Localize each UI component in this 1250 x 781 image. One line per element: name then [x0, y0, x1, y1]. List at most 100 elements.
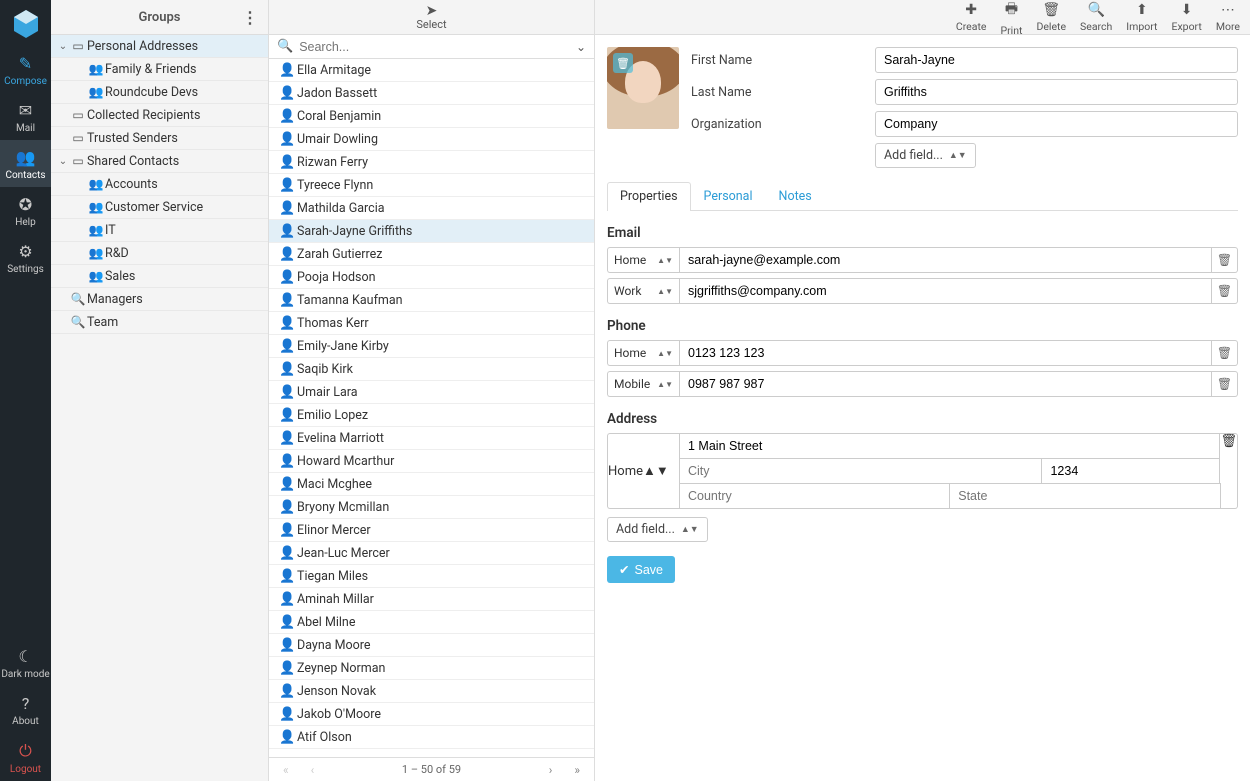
contacts-search: 🔍 ⌄: [269, 35, 594, 59]
contact-item[interactable]: 👤Elinor Mercer: [269, 519, 594, 542]
group-node[interactable]: 🔍Managers: [51, 288, 268, 311]
contact-item[interactable]: 👤Emily-Jane Kirby: [269, 335, 594, 358]
pager-next-icon[interactable]: ›: [549, 763, 553, 777]
import-button[interactable]: ⬆Import: [1126, 2, 1157, 33]
group-node[interactable]: 👥Family & Friends: [51, 58, 268, 81]
avatar[interactable]: 🗑: [607, 47, 679, 129]
email-type-select[interactable]: Home▲▼: [607, 247, 679, 273]
nav-logout[interactable]: ⏻Logout: [0, 733, 51, 781]
group-node[interactable]: 👥Accounts: [51, 173, 268, 196]
add-field-select[interactable]: Add field...▲▼: [875, 143, 976, 168]
delete-row-button[interactable]: 🗑: [1212, 278, 1238, 304]
contact-item[interactable]: 👤Emilio Lopez: [269, 404, 594, 427]
delete-row-button[interactable]: 🗑: [1212, 371, 1238, 397]
contact-item[interactable]: 👤Zarah Gutierrez: [269, 243, 594, 266]
first-name-input[interactable]: [875, 47, 1238, 73]
add-field-select-2[interactable]: Add field...▲▼: [607, 517, 708, 542]
group-node[interactable]: ▭Collected Recipients: [51, 104, 268, 127]
contact-item[interactable]: 👤Dayna Moore: [269, 634, 594, 657]
contact-item[interactable]: 👤Saqib Kirk: [269, 358, 594, 381]
contact-item[interactable]: 👤Jakob O'Moore: [269, 703, 594, 726]
street-input[interactable]: [679, 433, 1220, 458]
group-node[interactable]: 👥Sales: [51, 265, 268, 288]
more-button[interactable]: ⋯More: [1216, 2, 1240, 33]
group-node[interactable]: 👥IT: [51, 219, 268, 242]
contact-item[interactable]: 👤Umair Lara: [269, 381, 594, 404]
contact-item[interactable]: 👤Aminah Millar: [269, 588, 594, 611]
save-button[interactable]: ✔Save: [607, 556, 675, 583]
group-node[interactable]: 👥R&D: [51, 242, 268, 265]
group-node[interactable]: ⌄▭Shared Contacts: [51, 150, 268, 173]
create-button[interactable]: ✚Create: [956, 2, 987, 33]
contact-item[interactable]: 👤Atif Olson: [269, 726, 594, 749]
city-input[interactable]: [679, 458, 1041, 483]
delete-row-button[interactable]: 🗑: [1212, 247, 1238, 273]
phone-type-select[interactable]: Home▲▼: [607, 340, 679, 366]
email-type-select[interactable]: Work▲▼: [607, 278, 679, 304]
nav-compose[interactable]: ✎Compose: [0, 46, 51, 93]
state-input[interactable]: [949, 483, 1220, 509]
tab-properties[interactable]: Properties: [607, 182, 691, 211]
pager-last-icon[interactable]: »: [574, 763, 580, 777]
contact-item[interactable]: 👤Abel Milne: [269, 611, 594, 634]
group-node[interactable]: ⌄▭Personal Addresses: [51, 35, 268, 58]
contact-item[interactable]: 👤Maci Mcghee: [269, 473, 594, 496]
nav-settings[interactable]: ⚙Settings: [0, 234, 51, 281]
delete-row-button[interactable]: 🗑: [1220, 433, 1238, 509]
contact-item[interactable]: 👤Thomas Kerr: [269, 312, 594, 335]
contact-item[interactable]: 👤Coral Benjamin: [269, 105, 594, 128]
zip-input[interactable]: [1041, 458, 1220, 483]
pager-prev-icon[interactable]: ‹: [311, 763, 315, 777]
group-node[interactable]: ▭Trusted Senders: [51, 127, 268, 150]
print-button[interactable]: 🖶Print: [1000, 0, 1022, 37]
nav-darkmode[interactable]: ☾Dark mode: [0, 639, 51, 686]
contact-item[interactable]: 👤Sarah-Jayne Griffiths: [269, 220, 594, 243]
contact-item[interactable]: 👤Tyreece Flynn: [269, 174, 594, 197]
select-cursor-icon[interactable]: ➤: [426, 4, 438, 18]
last-name-input[interactable]: [875, 79, 1238, 105]
group-icon: 👥: [87, 177, 105, 191]
pager-first-icon[interactable]: «: [283, 763, 289, 777]
groups-menu-icon[interactable]: ⋮: [242, 8, 258, 27]
tab-notes[interactable]: Notes: [766, 182, 825, 210]
phone-type-select[interactable]: Mobile▲▼: [607, 371, 679, 397]
contact-item[interactable]: 👤Mathilda Garcia: [269, 197, 594, 220]
phone-input[interactable]: [679, 371, 1212, 397]
nav-mail[interactable]: ✉Mail: [0, 93, 51, 140]
address-type-select[interactable]: Home▲▼: [607, 433, 679, 509]
contact-item[interactable]: 👤Jadon Bassett: [269, 82, 594, 105]
contact-item[interactable]: 👤Zeynep Norman: [269, 657, 594, 680]
search-button[interactable]: 🔍Search: [1080, 2, 1112, 33]
nav-contacts[interactable]: 👥Contacts: [0, 140, 51, 187]
email-input[interactable]: [679, 247, 1212, 273]
nav-help[interactable]: ✪Help: [0, 187, 51, 234]
expand-icon[interactable]: ⌄: [57, 156, 69, 167]
expand-icon[interactable]: ⌄: [57, 41, 69, 52]
delete-row-button[interactable]: 🗑: [1212, 340, 1238, 366]
group-node[interactable]: 👥Customer Service: [51, 196, 268, 219]
contact-item[interactable]: 👤Rizwan Ferry: [269, 151, 594, 174]
contact-item[interactable]: 👤Pooja Hodson: [269, 266, 594, 289]
contact-item[interactable]: 👤Jenson Novak: [269, 680, 594, 703]
export-button[interactable]: ⬇Export: [1172, 2, 1202, 33]
contact-item[interactable]: 👤Ella Armitage: [269, 59, 594, 82]
search-input[interactable]: [299, 40, 576, 54]
search-options-icon[interactable]: ⌄: [576, 40, 586, 54]
delete-button[interactable]: 🗑Delete: [1036, 2, 1066, 33]
email-input[interactable]: [679, 278, 1212, 304]
group-node[interactable]: 🔍Team: [51, 311, 268, 334]
nav-about[interactable]: ?About: [0, 686, 51, 733]
org-input[interactable]: [875, 111, 1238, 137]
contact-item[interactable]: 👤Howard Mcarthur: [269, 450, 594, 473]
group-node[interactable]: 👥Roundcube Devs: [51, 81, 268, 104]
tab-personal[interactable]: Personal: [691, 182, 766, 210]
contact-item[interactable]: 👤Bryony Mcmillan: [269, 496, 594, 519]
contact-item[interactable]: 👤Tamanna Kaufman: [269, 289, 594, 312]
contact-item[interactable]: 👤Tiegan Miles: [269, 565, 594, 588]
avatar-delete-icon[interactable]: 🗑: [613, 53, 633, 73]
contact-item[interactable]: 👤Umair Dowling: [269, 128, 594, 151]
contact-item[interactable]: 👤Jean-Luc Mercer: [269, 542, 594, 565]
phone-input[interactable]: [679, 340, 1212, 366]
contact-item[interactable]: 👤Evelina Marriott: [269, 427, 594, 450]
country-input[interactable]: [679, 483, 949, 509]
